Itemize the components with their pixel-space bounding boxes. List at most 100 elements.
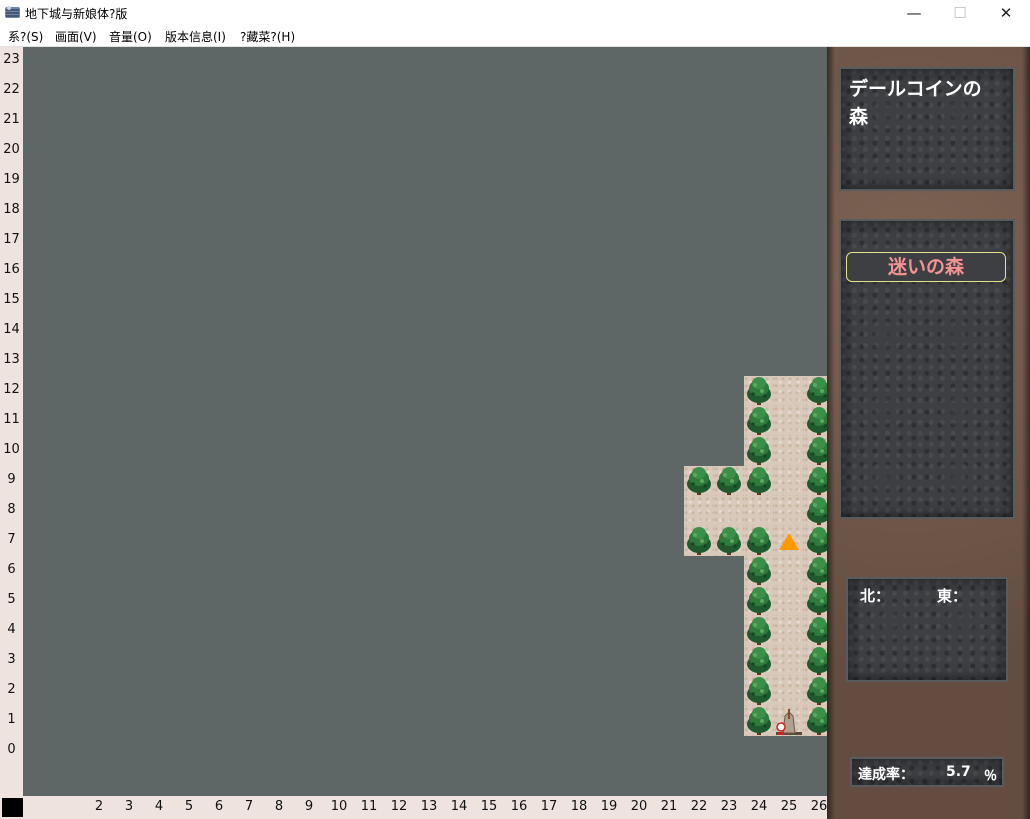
completion-unit: ％ — [984, 769, 998, 784]
tree-icon — [744, 616, 774, 646]
x-ruler-label: 10 — [330, 799, 348, 814]
entrance-icon — [774, 706, 804, 736]
x-ruler-label: 5 — [184, 799, 194, 814]
x-ruler-label: 21 — [660, 799, 678, 814]
x-ruler-label: 4 — [154, 799, 164, 814]
status-sidebar: デールコインの森 迷いの森 北： 東： 達成率： 5.7 ％ — [827, 47, 1030, 819]
floor-tile — [684, 496, 714, 526]
x-ruler-label: 19 — [600, 799, 618, 814]
tree-icon — [744, 706, 774, 736]
floor-tile — [774, 466, 804, 496]
floor-tile — [774, 556, 804, 586]
window-title: 地下城与新娘体?版 — [25, 7, 128, 21]
x-ruler-label: 14 — [450, 799, 468, 814]
y-ruler-label: 6 — [7, 562, 16, 577]
menu-version-info[interactable]: 版本信息(I) — [165, 28, 226, 45]
menu-volume[interactable]: 音量(O) — [109, 28, 152, 45]
y-ruler-label: 1 — [7, 712, 16, 727]
y-coordinate-ruler: 23 22 21 20 19 18 17 16 15 14 13 12 11 10 9 8 7 6 5 4 3 2 1 0 — [0, 47, 24, 796]
ruler-corner — [2, 798, 23, 817]
x-ruler-label: 2 — [94, 799, 104, 814]
x-ruler-label: 7 — [244, 799, 254, 814]
y-ruler-label: 21 — [3, 112, 20, 127]
y-ruler-label: 10 — [3, 442, 20, 457]
x-ruler-label: 24 — [750, 799, 768, 814]
app-icon — [5, 6, 20, 18]
y-ruler-label: 17 — [3, 232, 20, 247]
y-ruler-label: 13 — [3, 352, 20, 367]
x-ruler-label: 17 — [540, 799, 558, 814]
completion-value: 5.7 — [946, 764, 971, 780]
y-ruler-label: 3 — [7, 652, 16, 667]
y-ruler-label: 14 — [3, 322, 20, 337]
x-ruler-label: 15 — [480, 799, 498, 814]
y-ruler-label: 7 — [7, 532, 16, 547]
area-name-panel: デールコインの森 — [839, 67, 1015, 191]
menu-view[interactable]: 画面(V) — [55, 28, 97, 45]
tree-icon — [744, 466, 774, 496]
floor-name-badge: 迷いの森 — [846, 252, 1006, 282]
tree-icon — [744, 406, 774, 436]
east-label: 東： — [937, 587, 968, 605]
area-name: デールコインの森 — [849, 78, 982, 128]
y-ruler-label: 20 — [3, 142, 20, 157]
y-ruler-label: 11 — [3, 412, 20, 427]
x-ruler-label: 23 — [720, 799, 738, 814]
floor-tile — [714, 496, 744, 526]
floor-tile — [774, 406, 804, 436]
y-ruler-label: 22 — [3, 82, 20, 97]
game-screen: 23 22 21 20 19 18 17 16 15 14 13 12 11 10 9 8 7 6 5 4 3 2 1 0 — [0, 47, 1030, 819]
tree-icon — [744, 556, 774, 586]
y-ruler-label: 2 — [7, 682, 16, 697]
player-marker-icon — [779, 533, 799, 550]
x-ruler-label: 11 — [360, 799, 378, 814]
coordinate-panel: 北： 東： — [846, 577, 1008, 682]
x-ruler-label: 18 — [570, 799, 588, 814]
menu-bar: 系?(S) 画面(V) 音量(O) 版本信息(I) ?藏菜?(H) — [0, 26, 1030, 47]
x-ruler-label: 20 — [630, 799, 648, 814]
x-ruler-label: 3 — [124, 799, 134, 814]
x-ruler-label: 8 — [274, 799, 284, 814]
tree-icon — [744, 646, 774, 676]
close-button[interactable]: ✕ — [983, 0, 1029, 26]
y-ruler-label: 15 — [3, 292, 20, 307]
y-ruler-label: 0 — [7, 742, 16, 757]
y-ruler-label: 5 — [7, 592, 16, 607]
minimize-button[interactable]: — — [891, 0, 937, 26]
tree-icon — [744, 376, 774, 406]
x-ruler-label: 12 — [390, 799, 408, 814]
floor-tile — [774, 646, 804, 676]
menu-hidden[interactable]: ?藏菜?(H) — [240, 28, 295, 45]
menu-system[interactable]: 系?(S) — [8, 28, 43, 45]
floor-tile — [774, 616, 804, 646]
tree-icon — [744, 526, 774, 556]
y-ruler-label: 16 — [3, 262, 20, 277]
x-ruler-label: 13 — [420, 799, 438, 814]
y-ruler-label: 4 — [7, 622, 16, 637]
floor-tile — [774, 586, 804, 616]
tree-icon — [714, 526, 744, 556]
y-ruler-label: 9 — [7, 472, 16, 487]
floor-tile — [744, 496, 774, 526]
x-ruler-label: 16 — [510, 799, 528, 814]
completion-panel: 達成率： 5.7 ％ — [850, 757, 1004, 787]
tree-icon — [684, 466, 714, 496]
x-ruler-label: 25 — [780, 799, 798, 814]
dungeon-map[interactable] — [23, 47, 834, 796]
tree-icon — [684, 526, 714, 556]
y-ruler-label: 8 — [7, 502, 16, 517]
floor-panel: 迷いの森 — [839, 219, 1015, 519]
floor-tile — [774, 676, 804, 706]
tree-icon — [744, 436, 774, 466]
y-ruler-label: 12 — [3, 382, 20, 397]
maximize-button[interactable]: ☐ — [937, 0, 983, 26]
y-ruler-label: 19 — [3, 172, 20, 187]
tree-icon — [744, 586, 774, 616]
completion-label: 達成率： — [858, 767, 914, 783]
floor-tile — [774, 496, 804, 526]
y-ruler-label: 23 — [3, 52, 20, 67]
x-ruler-label: 9 — [304, 799, 314, 814]
title-bar: 地下城与新娘体?版 — ☐ ✕ — [0, 0, 1030, 26]
x-ruler-label: 6 — [214, 799, 224, 814]
tree-icon — [744, 676, 774, 706]
